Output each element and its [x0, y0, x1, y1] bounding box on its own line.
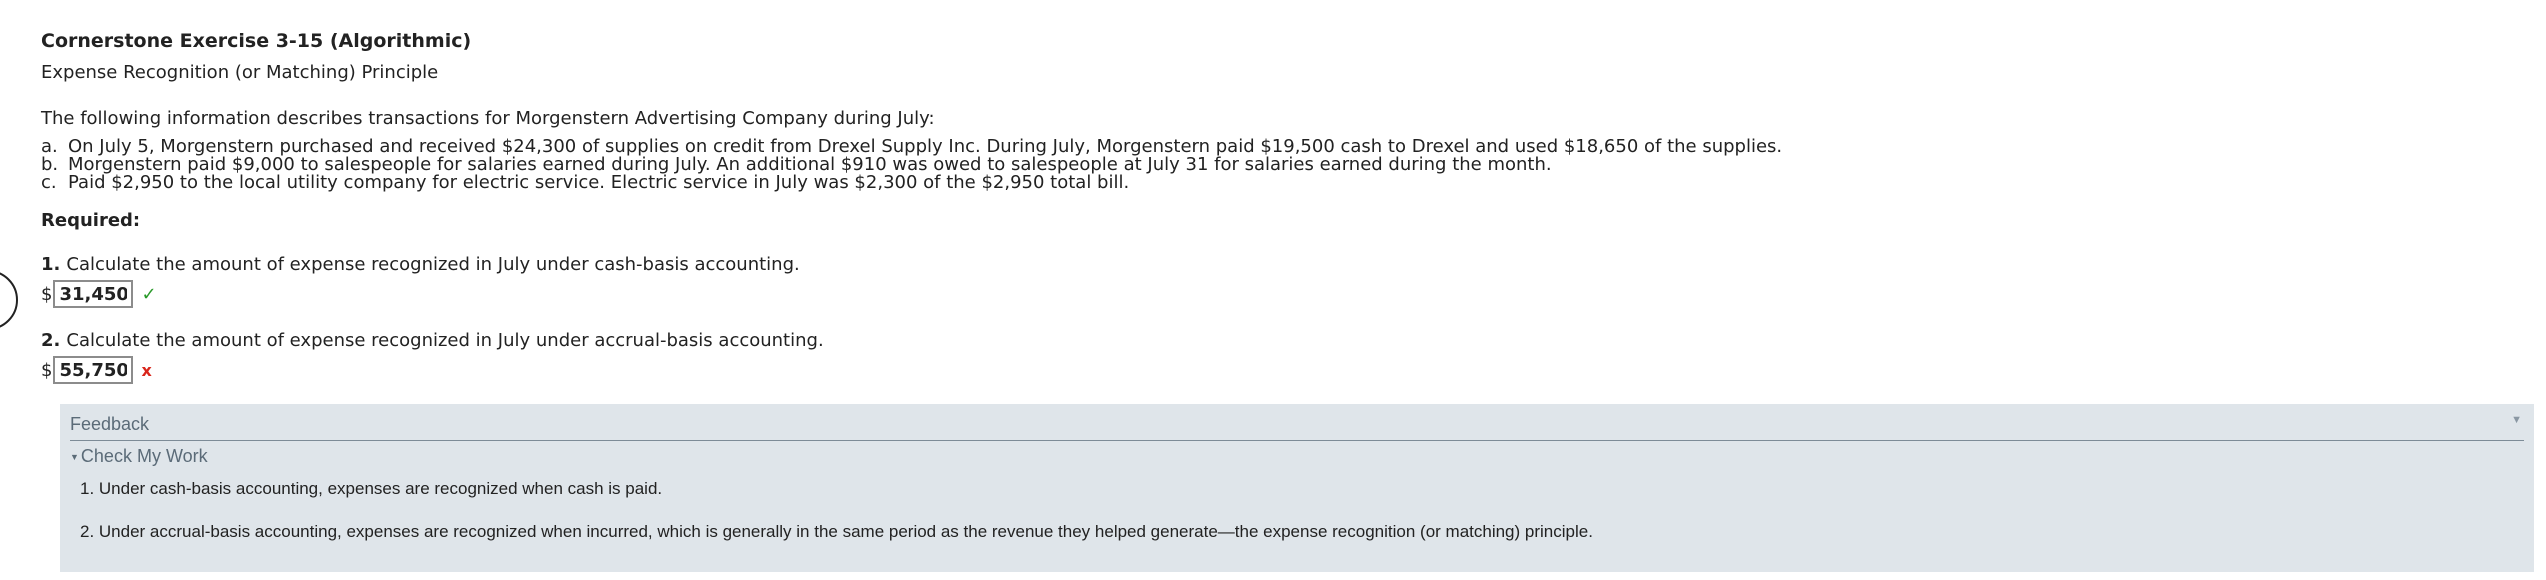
collapse-triangle-icon[interactable]: ▼: [2511, 414, 2522, 426]
question-text: Calculate the amount of expense recogniz…: [66, 330, 824, 351]
transaction-marker: c.: [41, 172, 57, 193]
answer-row-1: $ ✓: [41, 280, 157, 308]
answer-2-input[interactable]: [53, 356, 134, 384]
answer-1-input[interactable]: [53, 280, 134, 308]
feedback-line-1: 1. Under cash-basis accounting, expenses…: [80, 479, 663, 498]
question-number: 2.: [41, 330, 61, 351]
page-title: Cornerstone Exercise 3-15 (Algorithmic): [41, 30, 472, 52]
currency-symbol: $: [41, 359, 53, 381]
question-number: 1.: [41, 254, 61, 275]
list-item: c. Paid $2,950 to the local utility compa…: [41, 174, 1782, 192]
question-1: 1. Calculate the amount of expense recogn…: [41, 254, 800, 275]
question-2: 2. Calculate the amount of expense recogn…: [41, 330, 824, 351]
transaction-list: a. On July 5, Morgenstern purchased and r…: [41, 138, 1782, 192]
navigation-circle-button[interactable]: [0, 270, 18, 330]
check-my-work-label: Check My Work: [80, 446, 208, 466]
caret-down-icon: ▼: [70, 452, 79, 462]
check-my-work-toggle[interactable]: ▼ Check My Work: [70, 446, 208, 467]
feedback-line-2: 2. Under accrual-basis accounting, expen…: [80, 522, 1593, 541]
intro-text: The following information describes tran…: [41, 108, 935, 129]
feedback-label: Feedback: [70, 414, 150, 434]
answer-row-2: $ x: [41, 356, 152, 384]
currency-symbol: $: [41, 283, 53, 305]
incorrect-x-icon: x: [141, 360, 152, 380]
required-heading: Required:: [41, 210, 141, 231]
feedback-panel: Feedback ▼ ▼ Check My Work 1. Under cash-…: [60, 404, 2534, 572]
page-subtitle: Expense Recognition (or Matching) Princi…: [41, 62, 439, 83]
question-text: Calculate the amount of expense recogniz…: [66, 254, 800, 275]
feedback-header[interactable]: Feedback ▼: [70, 410, 2524, 441]
transaction-text: Paid $2,950 to the local utility company…: [68, 172, 1130, 193]
correct-check-icon: ✓: [141, 283, 157, 305]
